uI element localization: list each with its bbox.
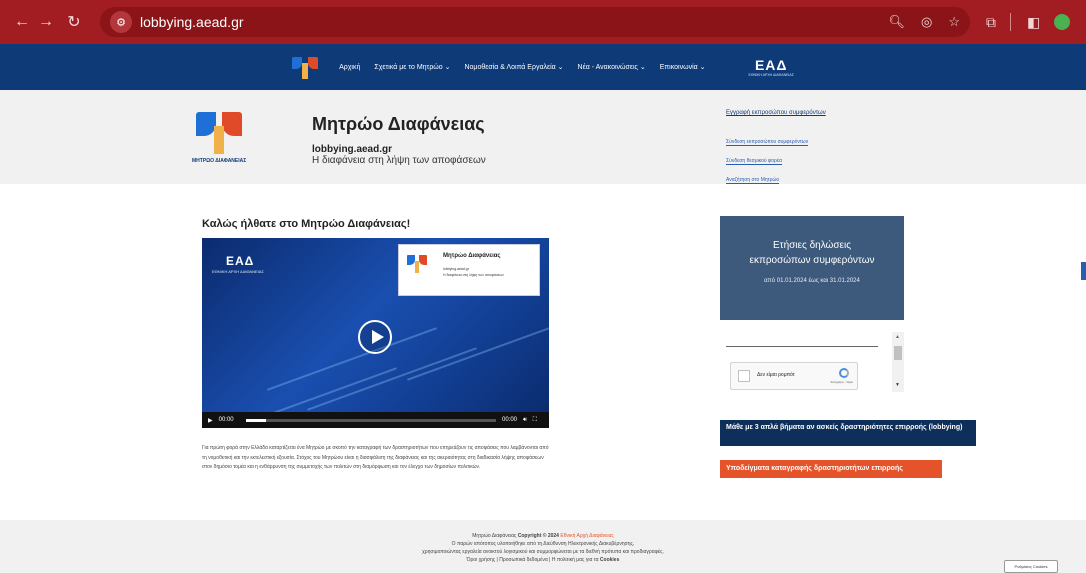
video-eada-logo-mark: ΕΑΔ	[226, 254, 255, 268]
video-card-logo-icon	[407, 255, 427, 273]
video-controls: ▶ 00:00 00:00 🔊︎ ⛶	[202, 412, 549, 428]
nav-item-contact[interactable]: Επικοινωνία ⌄	[660, 63, 706, 71]
toolbar-divider	[1010, 13, 1011, 31]
registry-logo-icon[interactable]	[292, 55, 319, 79]
annual-declarations-banner[interactable]: Ετήσιες δηλώσεις εκπροσώπων συμφερόντων …	[720, 216, 904, 320]
site-tagline: Η διαφάνεια στη λήψη των αποφάσεων	[312, 155, 486, 166]
recaptcha-widget: Δεν είμαι ρομπότ Απόρρητο - Όροι	[730, 362, 858, 390]
video-title-card: Μητρώο Διαφάνειας lobbying.aead.gr Η δια…	[398, 244, 540, 296]
recaptcha-label: Δεν είμαι ρομπότ	[757, 372, 795, 378]
site-header	[0, 90, 1086, 184]
welcome-heading: Καλώς ήλθατε στο Μητρώο Διαφάνειας!	[202, 218, 411, 230]
annual-title-line-1: Ετήσιες δηλώσεις	[772, 240, 852, 251]
footer-authority-link[interactable]: Εθνική Αρχή Διαφάνειας	[559, 533, 613, 539]
video-eada-caption: ΕΘΝΙΚΗ ΑΡΧΗ ΔΙΑΦΑΝΕΙΑΣ	[212, 269, 264, 274]
scroll-down-icon[interactable]: ▼	[895, 382, 900, 388]
header-links: Εγγραφή εκπροσώπου συμφερόντων Σύνδεση ε…	[726, 110, 866, 187]
footer-copyright-line: Μητρώο Διαφάνειας Copyright © 2024 Εθνικ…	[0, 532, 1086, 540]
video-progress-fill	[245, 418, 266, 422]
nav-item-news[interactable]: Νέα - Ανακοινώσεις ⌄	[578, 63, 646, 71]
footer-standards: χρησιμοποιώντας εργαλεία ανοικτού λογισμ…	[422, 549, 664, 555]
recaptcha-privacy-link[interactable]: Απόρρητο - Όροι	[830, 380, 853, 384]
browser-toolbar: ← → ↻ ⚙ lobbying.aead.gr 🔍︎ ◎ ☆ ⧉ ◧	[0, 0, 1086, 44]
footer-terms-links[interactable]: Όροι χρήσης | Προσωπικά δεδομένα | Η πολ…	[467, 557, 600, 563]
eada-logo-mark: ΕΑΔ	[754, 57, 788, 73]
forward-arrow-icon[interactable]: →	[34, 13, 58, 31]
cookie-settings-button[interactable]: Ρυθμίσεις Cookies	[1004, 560, 1058, 573]
site-title: Μητρώο Διαφάνειας	[312, 114, 485, 134]
profile-avatar[interactable]	[1054, 14, 1071, 30]
eye-off-icon[interactable]: ◎	[921, 14, 932, 30]
extensions-icon[interactable]: ⧉	[986, 14, 996, 31]
reload-icon[interactable]: ↻	[62, 12, 86, 32]
recaptcha-checkbox[interactable]	[738, 370, 750, 382]
url-text[interactable]: lobbying.aead.gr	[140, 14, 872, 30]
site-navigation: Αρχική Σχετικά με το Μητρώο ⌄ Νομοθεσία …	[0, 44, 1086, 90]
recaptcha-area: Δεν είμαι ρομπότ Απόρρητο - Όροι	[726, 330, 906, 392]
login-institution-link[interactable]: Σύνδεση θεσμικού φορέα	[726, 158, 783, 165]
eada-logo[interactable]: ΕΑΔ ΕΘΝΙΚΗ ΑΡΧΗ ΔΙΑΦΑΝΕΙΑΣ	[748, 57, 793, 77]
nav-item-home[interactable]: Αρχική	[339, 64, 360, 71]
intro-paragraph: Για πρώτη φορά στην Ελλάδα καταρτίζεται …	[202, 445, 549, 470]
video-total-time: 00:00	[502, 417, 518, 423]
side-panel-icon[interactable]: ◧	[1027, 14, 1040, 31]
back-arrow-icon[interactable]: ←	[10, 13, 34, 31]
eada-logo-caption: ΕΘΝΙΚΗ ΑΡΧΗ ΔΙΑΦΑΝΕΙΑΣ	[748, 73, 794, 77]
volume-icon[interactable]: 🔊︎	[523, 417, 527, 424]
side-feedback-tab[interactable]	[1081, 262, 1086, 280]
video-card-tagline: Η διαφάνεια στη λήψη των αποφάσεων	[443, 273, 504, 277]
video-current-time: 00:00	[218, 417, 234, 423]
register-rep-link[interactable]: Εγγραφή εκπροσώπου συμφερόντων	[726, 110, 866, 116]
annual-dates: από 01.01.2024 έως και 31.01.2024	[764, 278, 860, 284]
recaptcha-divider	[726, 346, 878, 347]
video-progress-bar[interactable]	[245, 418, 496, 422]
search-registry-link[interactable]: Αναζήτηση στο Μητρώο	[726, 177, 780, 184]
bookmark-star-icon[interactable]: ☆	[948, 14, 960, 30]
fullscreen-icon[interactable]: ⛶	[533, 417, 537, 424]
login-rep-link[interactable]: Σύνδεση εκπροσώπου συμφερόντων	[726, 139, 809, 146]
video-card-title: Μητρώο Διαφάνειας	[443, 253, 501, 259]
play-pause-icon[interactable]: ▶	[208, 417, 213, 424]
video-card-domain: lobbying.aead.gr	[443, 267, 469, 271]
zoom-icon[interactable]: 🔍︎	[888, 14, 905, 30]
address-bar[interactable]: ⚙ lobbying.aead.gr 🔍︎ ◎ ☆	[100, 7, 970, 37]
footer-cookies-link[interactable]: Cookies	[600, 557, 619, 563]
brand-logo-caption: ΜΗΤΡΩΟ ΔΙΑΦΑΝΕΙΑΣ	[192, 158, 247, 164]
lobbying-steps-button[interactable]: Μάθε με 3 απλά βήματα αν ασκείς δραστηρι…	[720, 420, 976, 446]
nav-item-about[interactable]: Σχετικά με το Μητρώο ⌄	[374, 63, 450, 71]
registry-brand-logo-icon[interactable]	[196, 112, 242, 154]
annual-title-line-2: εκπροσώπων συμφερόντων	[749, 255, 875, 266]
scroll-up-icon[interactable]: ▲	[895, 334, 900, 340]
site-footer: Μητρώο Διαφάνειας Copyright © 2024 Εθνικ…	[0, 520, 1086, 573]
footer-registry-name: Μητρώο Διαφάνειας	[472, 533, 518, 539]
scroll-thumb[interactable]	[894, 346, 902, 360]
recaptcha-logo-icon	[839, 368, 849, 378]
activity-samples-button[interactable]: Υποδείγματα καταγραφής δραστηριοτήτων επ…	[720, 460, 942, 478]
site-domain: lobbying.aead.gr	[312, 144, 393, 155]
nav-item-legislation[interactable]: Νομοθεσία & Λοιπά Εργαλεία ⌄	[464, 63, 563, 71]
footer-built-by: Ο παρών ιστότοπος υλοποιήθηκε από τη Διε…	[451, 541, 635, 547]
recaptcha-scrollbar[interactable]: ▲ ▼	[892, 332, 904, 392]
intro-video-player[interactable]: ΕΑΔ ΕΘΝΙΚΗ ΑΡΧΗ ΔΙΑΦΑΝΕΙΑΣ Μητρώο Διαφάν…	[202, 238, 549, 428]
footer-policy-links: Όροι χρήσης | Προσωπικά δεδομένα | Η πολ…	[0, 556, 1086, 564]
play-icon[interactable]	[358, 320, 392, 354]
site-info-icon[interactable]: ⚙	[110, 11, 132, 33]
footer-copyright: Copyright © 2024	[517, 533, 559, 539]
